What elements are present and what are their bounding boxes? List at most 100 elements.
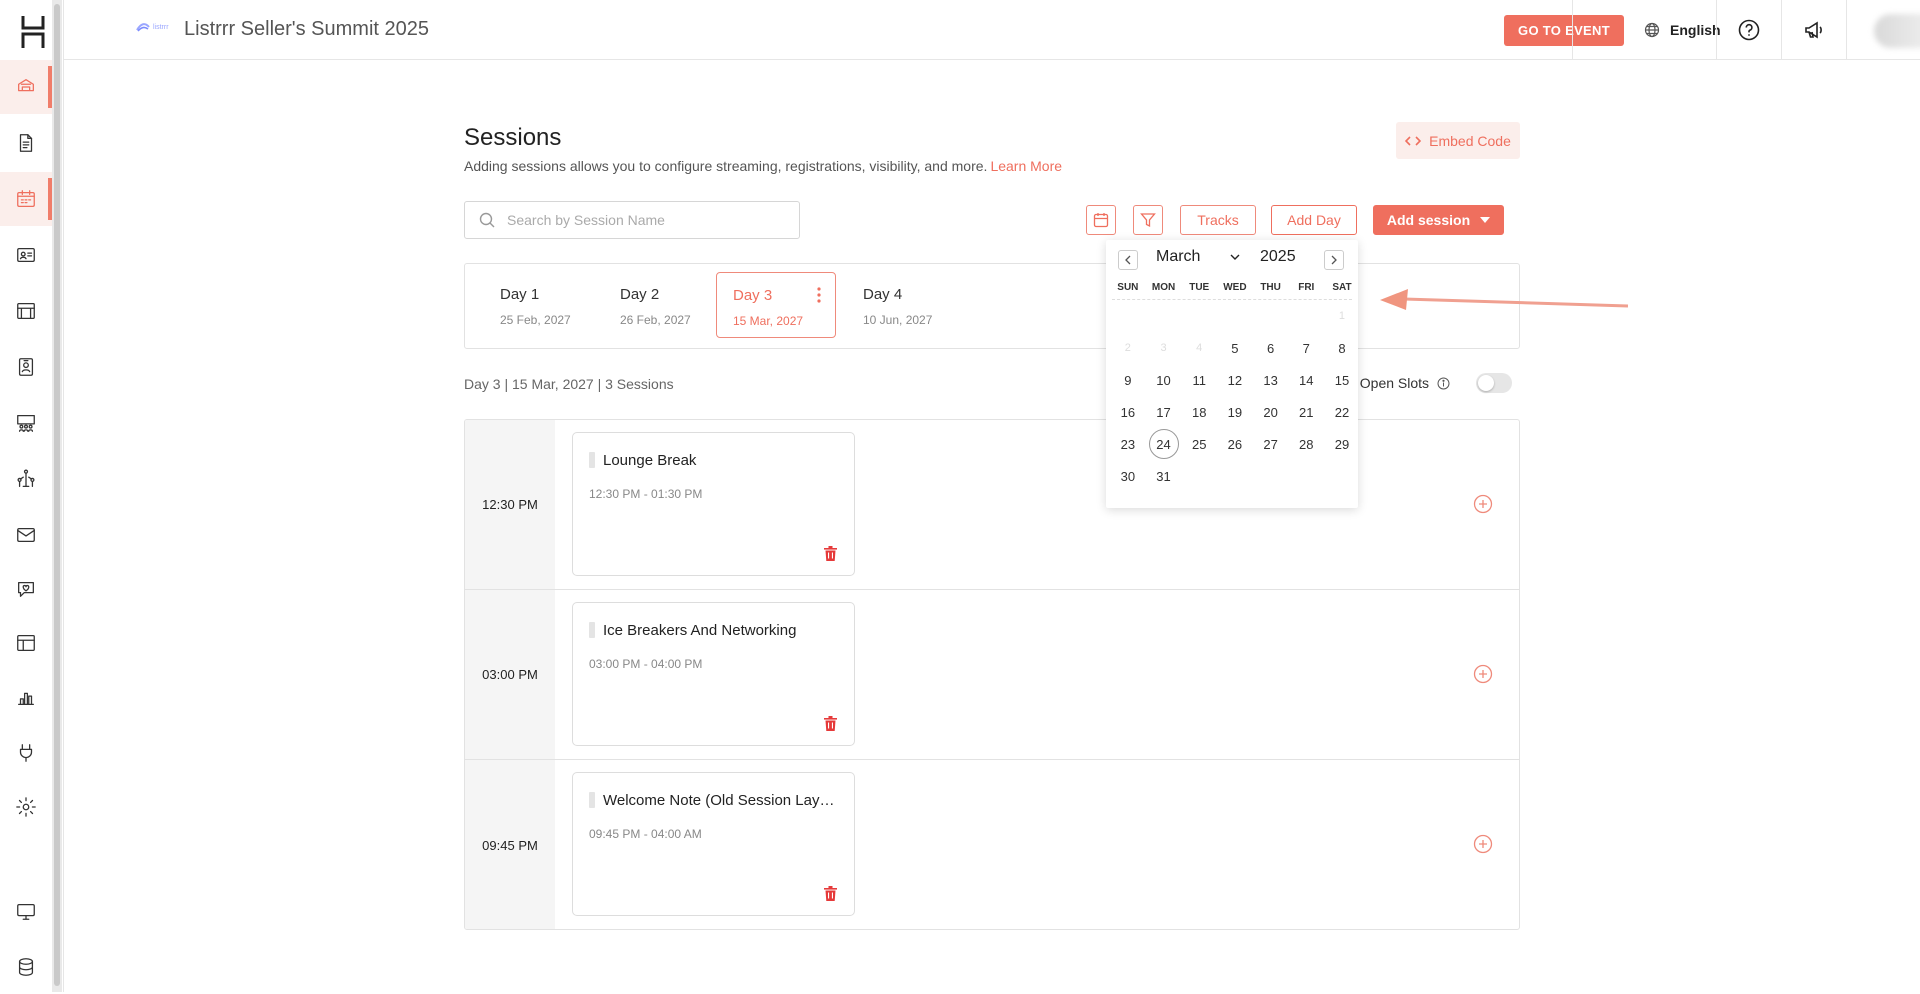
session-search[interactable] bbox=[464, 201, 800, 239]
calendar-day[interactable]: 15 bbox=[1324, 364, 1360, 396]
info-icon[interactable] bbox=[1437, 377, 1450, 390]
add-session-slot-icon[interactable] bbox=[1473, 664, 1493, 684]
sidebar-item-plug[interactable] bbox=[0, 726, 52, 780]
sidebar-item-networking[interactable] bbox=[0, 452, 52, 506]
calendar-day[interactable]: 5 bbox=[1217, 332, 1253, 364]
day-tab-name: Day 1 bbox=[500, 286, 540, 303]
calendar-day[interactable]: 16 bbox=[1110, 396, 1146, 428]
month-select[interactable]: March bbox=[1156, 248, 1240, 266]
embed-code-button[interactable]: Embed Code bbox=[1396, 122, 1520, 159]
go-to-event-button[interactable]: GO TO EVENT bbox=[1504, 15, 1624, 46]
calendar-day[interactable]: 29 bbox=[1324, 428, 1360, 460]
help-button[interactable] bbox=[1717, 0, 1781, 60]
sidebar-item-calendar[interactable] bbox=[0, 172, 52, 226]
sidebar-item-analytics[interactable] bbox=[0, 670, 52, 724]
user-avatar[interactable] bbox=[1874, 14, 1920, 48]
add-session-button[interactable]: Add session bbox=[1373, 205, 1504, 235]
calendar-day[interactable]: 26 bbox=[1217, 428, 1253, 460]
calendar-day[interactable]: 4 bbox=[1181, 332, 1217, 364]
session-card[interactable]: Welcome Note (Old Session Lay… 09:45 PM -… bbox=[572, 772, 855, 916]
language-selector[interactable]: English bbox=[1644, 0, 1721, 60]
calendar-day[interactable]: 18 bbox=[1181, 396, 1217, 428]
sidebar-item-mail[interactable] bbox=[0, 508, 52, 562]
calendar-day[interactable] bbox=[1253, 300, 1289, 332]
calendar-day[interactable]: 1 bbox=[1324, 300, 1360, 332]
search-input[interactable] bbox=[507, 212, 787, 228]
calendar-day[interactable] bbox=[1146, 300, 1182, 332]
calendar-day[interactable] bbox=[1181, 460, 1217, 492]
sidebar-item-id-card[interactable] bbox=[0, 228, 52, 282]
calendar-view-button[interactable] bbox=[1086, 205, 1116, 235]
session-card[interactable]: Lounge Break 12:30 PM - 01:30 PM bbox=[572, 432, 855, 576]
calendar-day[interactable]: 30 bbox=[1110, 460, 1146, 492]
calendar-day[interactable]: 2 bbox=[1110, 332, 1146, 364]
calendar-day[interactable] bbox=[1217, 300, 1253, 332]
calendar-day[interactable]: 27 bbox=[1253, 428, 1289, 460]
calendar-day[interactable] bbox=[1288, 300, 1324, 332]
calendar-day[interactable] bbox=[1181, 300, 1217, 332]
sidebar-item-booth[interactable] bbox=[0, 284, 52, 338]
announcements-button[interactable] bbox=[1782, 0, 1846, 60]
calendar-day[interactable]: 14 bbox=[1288, 364, 1324, 396]
calendar-day[interactable]: 25 bbox=[1181, 428, 1217, 460]
weekday-label: SUN bbox=[1117, 282, 1139, 293]
day-tab-2[interactable]: Day 2 26 Feb, 2027 bbox=[593, 272, 713, 338]
sidebar-item-document[interactable] bbox=[0, 116, 52, 170]
calendar-day[interactable]: 19 bbox=[1217, 396, 1253, 428]
day-tab-1[interactable]: Day 1 25 Feb, 2027 bbox=[473, 272, 593, 338]
add-session-slot-icon[interactable] bbox=[1473, 494, 1493, 514]
sidebar-item-settings[interactable] bbox=[0, 780, 52, 834]
calendar-day[interactable]: 7 bbox=[1288, 332, 1324, 364]
calendar-day[interactable]: 17 bbox=[1146, 396, 1182, 428]
year-select[interactable]: 2025 bbox=[1260, 248, 1296, 266]
calendar-day[interactable]: 13 bbox=[1253, 364, 1289, 396]
learn-more-link[interactable]: Learn More bbox=[990, 158, 1062, 174]
sidebar-item-people-screen[interactable] bbox=[0, 396, 52, 450]
day-tab-3[interactable]: Day 3 15 Mar, 2027 bbox=[716, 272, 836, 338]
calendar-day[interactable]: 23 bbox=[1110, 428, 1146, 460]
calendar-day[interactable] bbox=[1217, 460, 1253, 492]
calendar-day[interactable] bbox=[1288, 460, 1324, 492]
delete-icon[interactable] bbox=[824, 546, 837, 561]
calendar-day[interactable]: 31 bbox=[1146, 460, 1182, 492]
delete-icon[interactable] bbox=[824, 886, 837, 901]
session-title: Ice Breakers And Networking bbox=[603, 622, 797, 639]
calendar-day[interactable]: 28 bbox=[1288, 428, 1324, 460]
calendar-day[interactable]: 21 bbox=[1288, 396, 1324, 428]
tracks-button[interactable]: Tracks bbox=[1180, 205, 1256, 235]
add-session-slot-icon[interactable] bbox=[1473, 834, 1493, 854]
sidebar-scrollbar[interactable] bbox=[52, 0, 62, 992]
prev-month-button[interactable] bbox=[1118, 250, 1138, 270]
calendar-day[interactable] bbox=[1253, 460, 1289, 492]
app-logo[interactable] bbox=[20, 14, 46, 48]
next-month-button[interactable] bbox=[1324, 250, 1344, 270]
add-day-button[interactable]: Add Day bbox=[1271, 205, 1357, 235]
calendar-day[interactable]: 24 bbox=[1146, 428, 1182, 460]
calendar-day[interactable]: 9 bbox=[1110, 364, 1146, 396]
sidebar-item-badge[interactable] bbox=[0, 340, 52, 394]
calendar-day[interactable]: 20 bbox=[1253, 396, 1289, 428]
calendar-day[interactable]: 10 bbox=[1146, 364, 1182, 396]
weekday-header: SUN MON TUE WED THU FRI SAT bbox=[1110, 282, 1360, 293]
calendar-day[interactable]: 6 bbox=[1253, 332, 1289, 364]
calendar-day[interactable]: 12 bbox=[1217, 364, 1253, 396]
calendar-day[interactable] bbox=[1324, 460, 1360, 492]
more-options-icon[interactable] bbox=[817, 287, 821, 303]
open-slots-toggle[interactable] bbox=[1476, 373, 1512, 393]
calendar-day[interactable]: 22 bbox=[1324, 396, 1360, 428]
calendar-day[interactable] bbox=[1110, 300, 1146, 332]
sidebar-item-chat-heart[interactable] bbox=[0, 562, 52, 616]
sidebar-item-layout[interactable] bbox=[0, 616, 52, 670]
caret-down-icon bbox=[1480, 217, 1491, 223]
sidebar-item-monitor[interactable] bbox=[0, 884, 52, 938]
delete-icon[interactable] bbox=[824, 716, 837, 731]
sidebar-item-database[interactable] bbox=[0, 940, 52, 994]
sidebar-item-home[interactable] bbox=[0, 60, 52, 114]
chat-heart-icon bbox=[18, 581, 34, 597]
filter-button[interactable] bbox=[1133, 205, 1163, 235]
session-card[interactable]: Ice Breakers And Networking 03:00 PM - 04… bbox=[572, 602, 855, 746]
day-tab-4[interactable]: Day 4 10 Jun, 2027 bbox=[836, 272, 956, 338]
calendar-day[interactable]: 8 bbox=[1324, 332, 1360, 364]
calendar-day[interactable]: 3 bbox=[1146, 332, 1182, 364]
calendar-day[interactable]: 11 bbox=[1181, 364, 1217, 396]
